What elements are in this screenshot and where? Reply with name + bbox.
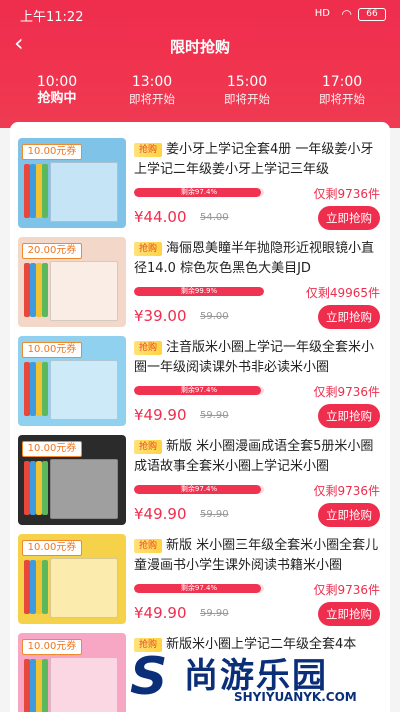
sale-price: ¥49.90: [134, 604, 187, 622]
flash-sale-badge: 抢购: [134, 440, 162, 454]
coupon-badge: 10.00元券: [22, 144, 82, 160]
watermark-url: SHYIYUANYK.COM: [234, 690, 357, 704]
sale-price: ¥44.00: [134, 208, 187, 226]
original-price: 59.00: [200, 311, 229, 322]
product-thumbnail[interactable]: 10.00元券: [18, 435, 126, 525]
status-bar: 上午11:22 HD ◠ 66: [20, 6, 386, 25]
coupon-badge: 10.00元券: [22, 441, 82, 457]
product-name[interactable]: 抢购 姜小牙上学记全套4册 一年级姜小牙上学记二年级姜小牙上学记三年级: [134, 140, 382, 180]
flash-sale-badge: 抢购: [134, 539, 162, 553]
status-time: 上午11:22: [20, 10, 84, 25]
product-name[interactable]: 抢购 新版 米小圈漫画成语全套5册米小圈成语故事全套米小圈上学记米小圈: [134, 437, 382, 477]
product-name[interactable]: 抢购 海俪恩美瞳半年抛隐形近视眼镜小直径14.0 棕色灰色黑色大美目JD: [134, 239, 382, 279]
coupon-badge: 20.00元券: [22, 243, 82, 259]
original-price: 59.90: [200, 410, 229, 421]
product-title: 新版 米小圈三年级全套米小圈全套儿童漫画书小学生课外阅读书籍米小圈: [134, 538, 379, 573]
product-item[interactable]: 10.00元券 抢购 新版 米小圈三年级全套米小圈全套儿童漫画书小学生课外阅读书籍米…: [10, 526, 390, 626]
product-title: 海俪恩美瞳半年抛隐形近视眼镜小直径14.0 棕色灰色黑色大美目JD: [134, 241, 375, 276]
stock-left: 仅剩9736件: [313, 583, 380, 597]
book-cover: [50, 558, 118, 618]
coupon-badge: 10.00元券: [22, 639, 82, 655]
tab-1300[interactable]: 13:00 即将开始: [107, 74, 197, 107]
watermark: S 尚游乐园 SHYIYUANYK.COM: [130, 646, 400, 712]
book-cover: [50, 657, 118, 712]
buy-now-button[interactable]: 立即抢购: [318, 206, 380, 230]
original-price: 59.90: [200, 509, 229, 520]
time-tabs: 10:00 抢购中 13:00 即将开始 15:00 即将开始 17:00 即将开始: [0, 74, 400, 110]
product-thumbnail[interactable]: 10.00元券: [18, 336, 126, 426]
remaining-label: 剩余97.4%: [180, 485, 218, 493]
book-spine: [42, 461, 48, 515]
remaining-progress: 剩余99.9%: [134, 287, 264, 296]
tab-1000[interactable]: 10:00 抢购中: [12, 74, 102, 107]
book-spine: [42, 659, 48, 712]
tab-time: 13:00: [131, 74, 173, 90]
sale-price: ¥49.90: [134, 505, 187, 523]
remaining-progress: 剩余97.4%: [134, 584, 264, 593]
buy-now-button[interactable]: 立即抢购: [318, 305, 380, 329]
product-name[interactable]: 抢购 注音版米小圈上学记一年级全套米小圈一年级阅读课外书非必读米小圈: [134, 338, 382, 378]
signal-icon: HD: [314, 8, 330, 19]
product-thumbnail[interactable]: 20.00元券: [18, 237, 126, 327]
stock-left: 仅剩9736件: [313, 385, 380, 399]
page-title: 限时抢购: [169, 38, 230, 56]
product-thumbnail[interactable]: 10.00元券: [18, 138, 126, 228]
remaining-progress: 剩余97.4%: [134, 485, 264, 494]
flash-sale-badge: 抢购: [134, 341, 162, 355]
product-thumbnail[interactable]: 10.00元券: [18, 633, 126, 712]
product-item[interactable]: 20.00元券 抢购 海俪恩美瞳半年抛隐形近视眼镜小直径14.0 棕色灰色黑色大美目…: [10, 229, 390, 329]
buy-now-button[interactable]: 立即抢购: [318, 404, 380, 428]
remaining-progress: 剩余97.4%: [134, 386, 264, 395]
wifi-icon: ◠: [341, 7, 352, 21]
tab-time: 15:00: [226, 74, 268, 90]
coupon-badge: 10.00元券: [22, 540, 82, 556]
buy-now-button[interactable]: 立即抢购: [318, 602, 380, 626]
tab-1500[interactable]: 15:00 即将开始: [202, 74, 292, 107]
remaining-label: 剩余97.4%: [180, 584, 218, 592]
watermark-logo: S: [130, 647, 168, 707]
product-title: 姜小牙上学记全套4册 一年级姜小牙上学记二年级姜小牙上学记三年级: [134, 142, 374, 177]
book-spine: [42, 164, 48, 218]
product-item[interactable]: 10.00元券 抢购 注音版米小圈上学记一年级全套米小圈一年级阅读课外书非必读米小圈…: [10, 328, 390, 428]
book-cover: [50, 360, 118, 420]
remaining-label: 剩余97.4%: [180, 188, 218, 196]
product-thumbnail[interactable]: 10.00元券: [18, 534, 126, 624]
header: 上午11:22 HD ◠ 66 ‹ 限时抢购 10:00 抢购中 13:00 即将开始…: [0, 0, 400, 128]
tab-state: 抢购中: [37, 91, 77, 106]
book-cover: [50, 459, 118, 519]
tab-time: 17:00: [321, 74, 363, 90]
book-spine: [42, 362, 48, 416]
product-list: 10.00元券 抢购 姜小牙上学记全套4册 一年级姜小牙上学记二年级姜小牙上学记三年…: [10, 122, 390, 712]
flash-sale-badge: 抢购: [134, 143, 162, 157]
product-item[interactable]: 10.00元券 抢购 新版 米小圈漫画成语全套5册米小圈成语故事全套米小圈上学记米小…: [10, 427, 390, 527]
book-spine: [42, 263, 48, 317]
sale-price: ¥49.90: [134, 406, 187, 424]
battery-icon: 66: [358, 8, 386, 21]
coupon-badge: 10.00元券: [22, 342, 82, 358]
original-price: 54.00: [200, 212, 229, 223]
tab-state: 即将开始: [224, 92, 270, 106]
remaining-label: 剩余99.9%: [180, 287, 218, 295]
product-title: 注音版米小圈上学记一年级全套米小圈一年级阅读课外书非必读米小圈: [134, 340, 375, 375]
tab-state: 即将开始: [129, 92, 175, 106]
tab-1700[interactable]: 17:00 即将开始: [297, 74, 387, 107]
flash-sale-badge: 抢购: [134, 242, 162, 256]
sale-price: ¥39.00: [134, 307, 187, 325]
tab-state: 即将开始: [319, 92, 365, 106]
product-name[interactable]: 抢购 新版 米小圈三年级全套米小圈全套儿童漫画书小学生课外阅读书籍米小圈: [134, 536, 382, 576]
book-cover: [50, 261, 118, 321]
product-title: 新版 米小圈漫画成语全套5册米小圈成语故事全套米小圈上学记米小圈: [134, 439, 374, 474]
stock-left: 仅剩9736件: [313, 187, 380, 201]
product-item[interactable]: 10.00元券 抢购 姜小牙上学记全套4册 一年级姜小牙上学记二年级姜小牙上学记三年…: [10, 130, 390, 230]
book-cover: [50, 162, 118, 222]
remaining-label: 剩余97.4%: [180, 386, 218, 394]
tab-time: 10:00: [36, 74, 78, 90]
stock-left: 仅剩49965件: [305, 286, 380, 300]
original-price: 59.90: [200, 608, 229, 619]
stock-left: 仅剩9736件: [313, 484, 380, 498]
buy-now-button[interactable]: 立即抢购: [318, 503, 380, 527]
book-spine: [42, 560, 48, 614]
remaining-progress: 剩余97.4%: [134, 188, 264, 197]
